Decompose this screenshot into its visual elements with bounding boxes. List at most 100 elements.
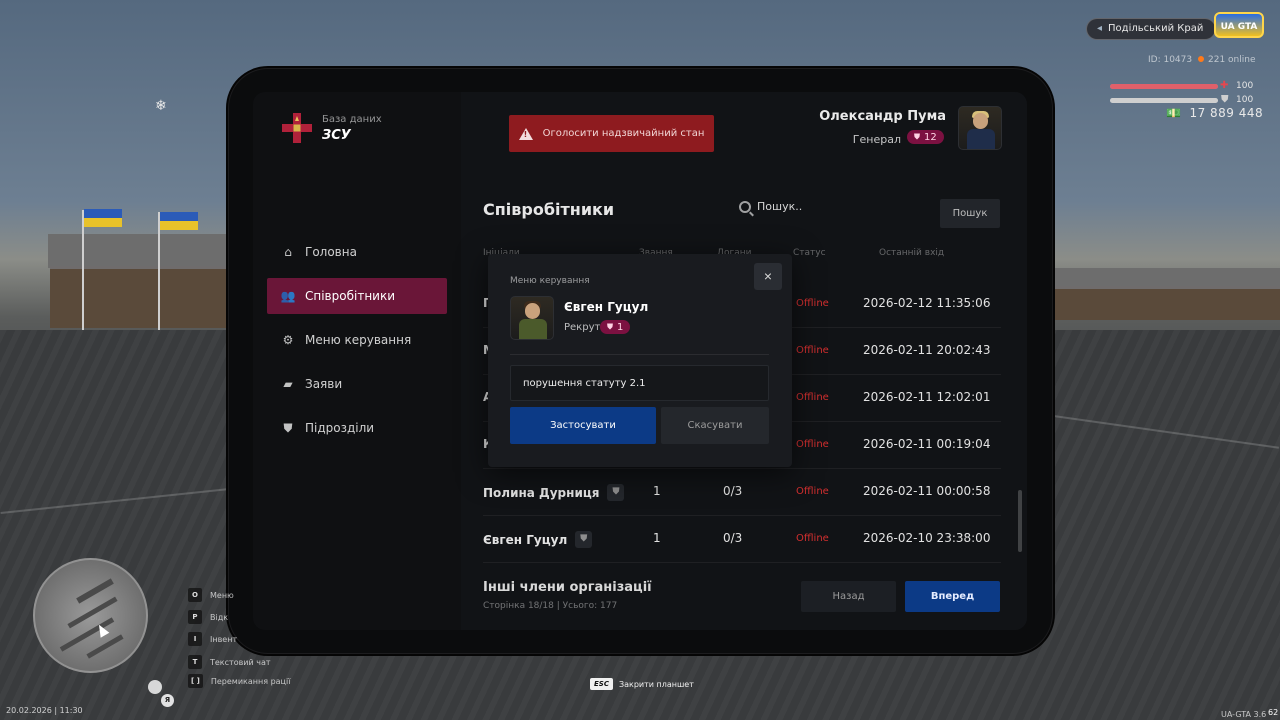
building-roof-right xyxy=(1052,268,1280,288)
fps-counter: 62 xyxy=(1268,708,1279,717)
hotkey-hint: O Меню xyxy=(188,588,234,602)
column-header-status: Статус xyxy=(793,248,826,258)
employee-warns: 0/3 xyxy=(723,531,743,545)
shield-icon: ⛊ xyxy=(575,531,593,548)
hotkey-label: Перемикання рації xyxy=(210,676,291,686)
online-text: 221 online xyxy=(1208,55,1256,65)
prev-page-button[interactable]: Назад xyxy=(801,581,896,612)
hotkey-key: I xyxy=(188,632,202,646)
table-row[interactable]: Полина Дурниця ⛊ 1 0/3 Offline 2026-02-11… xyxy=(483,470,1001,516)
shield-icon: ⛊ xyxy=(914,132,920,141)
other-members-title: Інші члени організації xyxy=(483,580,652,595)
org-subtitle: База даних xyxy=(322,114,382,125)
armor-bar xyxy=(1110,98,1218,103)
employee-level: 1 xyxy=(653,484,661,498)
sidebar-item-label: Заяви xyxy=(305,377,343,391)
home-icon: ⌂ xyxy=(284,245,292,259)
employee-status: Offline xyxy=(796,439,829,450)
sidebar-item-label: Головна xyxy=(305,245,357,259)
warning-icon xyxy=(518,127,533,140)
money-display: 💵 17 889 448 xyxy=(1166,106,1263,120)
folder-icon: ▰ xyxy=(283,377,293,391)
employee-status: Offline xyxy=(796,392,829,403)
employee-last-login: 2026-02-11 12:02:01 xyxy=(863,390,991,404)
sidebar-item-control-menu[interactable]: ⚙ Меню керування xyxy=(267,322,447,358)
esc-key: ESC xyxy=(590,678,613,690)
hotkey-hint: T Текстовий чат xyxy=(188,655,271,669)
target-avatar xyxy=(510,296,554,340)
building-left xyxy=(50,266,245,328)
money-value: 17 889 448 xyxy=(1189,106,1264,120)
declare-emergency-button[interactable]: Оголосити надзвичайний стан xyxy=(509,115,714,152)
sidebar-item-employees[interactable]: 👥 Співробітники xyxy=(267,278,447,314)
cancel-button[interactable]: Скасувати xyxy=(661,407,769,444)
gear-icon: ⚙ xyxy=(282,333,294,347)
sidebar-item-label: Підрозділи xyxy=(305,421,375,435)
employee-name: Полина Дурниця ⛊ xyxy=(483,484,625,501)
table-scrollbar[interactable] xyxy=(1018,490,1022,552)
close-icon[interactable]: × xyxy=(754,263,782,290)
employee-last-login: 2026-02-11 20:02:43 xyxy=(863,343,991,357)
employee-status: Offline xyxy=(796,486,829,497)
health-value: 100 xyxy=(1236,81,1254,91)
employee-last-login: 2026-02-11 00:19:04 xyxy=(863,437,991,451)
reason-input[interactable] xyxy=(510,365,769,401)
date-time: 20.02.2026 | 11:30 xyxy=(6,706,83,715)
hotkey-label: Інвент xyxy=(210,634,238,644)
control-menu-modal: Меню керування × Євген Гуцул Рекрут ⛊1 З… xyxy=(488,254,792,467)
user-rank: Генерал xyxy=(852,133,901,146)
hotkey-label: Меню xyxy=(210,590,234,600)
employee-name: Євген Гуцул ⛊ xyxy=(483,531,593,548)
close-tablet-hint: ESC Закрити планшет xyxy=(590,678,694,690)
player-id: ID: 10473 xyxy=(1148,55,1193,65)
minimap-marker: Я xyxy=(161,694,174,707)
table-row[interactable]: Євген Гуцул ⛊ 1 0/3 Offline 2026-02-10 23… xyxy=(483,517,1001,563)
pagination-info: Сторінка 18/18 | Усього: 177 xyxy=(483,601,618,611)
target-rank: Рекрут xyxy=(564,322,601,333)
employee-status: Offline xyxy=(796,345,829,356)
shield-icon: ⛊ xyxy=(607,322,613,331)
building-roof-left xyxy=(48,234,248,268)
sidebar-item-units[interactable]: ⛊ Підрозділи xyxy=(267,410,447,446)
sidebar-item-home[interactable]: ⌂ Головна xyxy=(267,234,447,270)
shield-icon: ⛊ xyxy=(607,484,625,501)
next-page-button[interactable]: Вперед xyxy=(905,581,1000,612)
rank-level: 12 xyxy=(924,131,937,143)
sidebar-item-applications[interactable]: ▰ Заяви xyxy=(267,366,447,402)
hotkey-label: Відк xyxy=(210,612,229,622)
flag-ukraine xyxy=(160,212,198,230)
hotkey-hint: I Інвент xyxy=(188,632,237,646)
health-bar xyxy=(1110,84,1218,89)
employee-name-text: Євген Гуцул xyxy=(483,532,568,547)
minimap xyxy=(33,558,148,673)
hotkey-hint: P Відк xyxy=(188,610,228,624)
hotkey-key: [ ] xyxy=(188,674,203,688)
emergency-label: Оголосити надзвичайний стан xyxy=(542,128,705,139)
search-button[interactable]: Пошук xyxy=(940,199,1000,228)
target-name: Євген Гуцул xyxy=(564,300,649,314)
employee-status: Offline xyxy=(796,298,829,309)
divider xyxy=(510,354,769,355)
game-logo: UA GTA xyxy=(1214,12,1264,38)
building-right xyxy=(1052,286,1280,320)
search-input[interactable] xyxy=(757,200,927,213)
flagpole xyxy=(82,210,84,330)
apply-button[interactable]: Застосувати xyxy=(510,407,656,444)
employee-last-login: 2026-02-10 23:38:00 xyxy=(863,531,991,545)
microphone-icon xyxy=(148,680,162,694)
section-title: Співробітники xyxy=(483,200,615,219)
armor-icon: ⛊ xyxy=(1221,94,1229,105)
health-icon: ✚ xyxy=(1220,80,1229,91)
user-avatar xyxy=(958,106,1002,150)
server-icon: ◂ xyxy=(1097,23,1103,34)
flag-ukraine xyxy=(84,209,122,227)
user-name: Олександр Пума xyxy=(819,109,946,124)
employee-last-login: 2026-02-11 00:00:58 xyxy=(863,484,991,498)
hotkey-key: O xyxy=(188,588,202,602)
employee-status: Offline xyxy=(796,533,829,544)
search-icon xyxy=(739,200,751,213)
server-name: Подільський Край xyxy=(1108,23,1204,34)
hotkey-hint: [ ] Перемикання рації xyxy=(188,674,290,688)
target-rank-badge: ⛊ 1 xyxy=(600,320,631,334)
snowflake-icon: ❄ xyxy=(155,98,167,114)
